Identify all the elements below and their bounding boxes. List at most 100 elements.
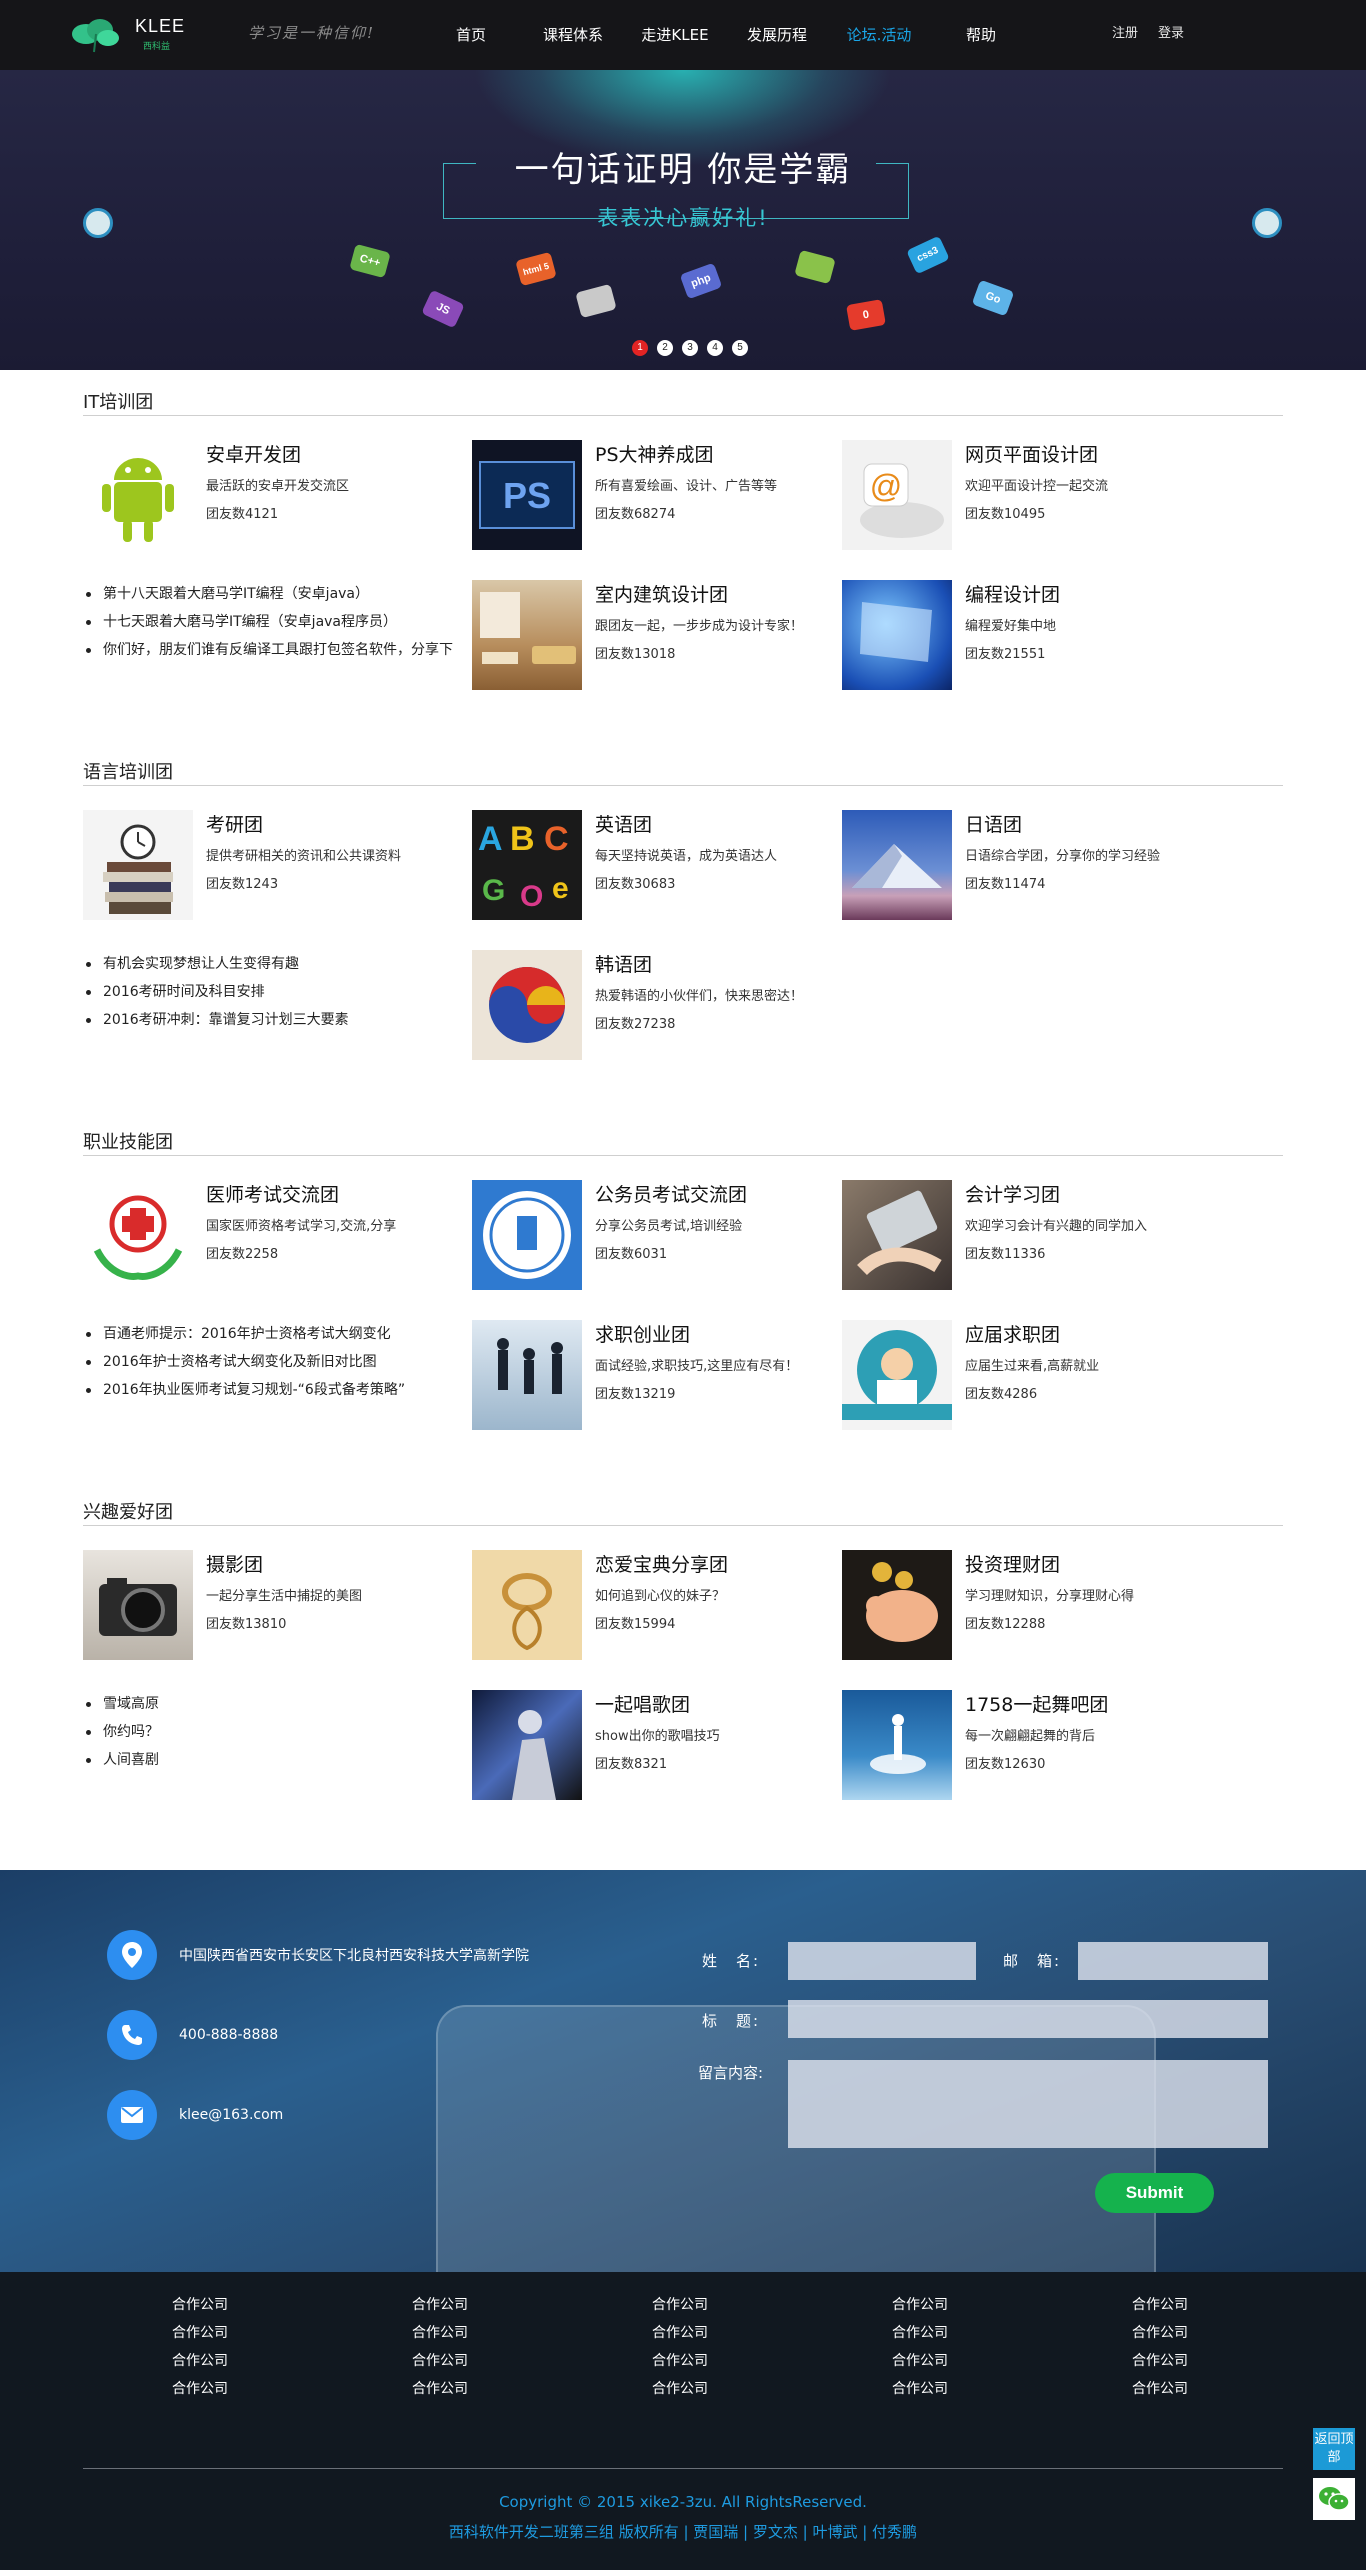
partner-link[interactable]: 合作公司 (412, 2319, 512, 2347)
news-item[interactable]: 百通老师提示：2016年护士资格考试大纲变化 (83, 1320, 453, 1348)
partner-link[interactable]: 合作公司 (1132, 2319, 1232, 2347)
banner-next-button[interactable] (1252, 208, 1282, 238)
group-name[interactable]: 日语团 (965, 810, 1022, 837)
message-label: 留言内容: (698, 2064, 764, 2082)
partner-link[interactable]: 合作公司 (892, 2347, 992, 2375)
group-card[interactable]: 1758一起舞吧团 每一次翩翩起舞的背后 团友数12630 (842, 1690, 1212, 1802)
menu-item-history[interactable]: 发展历程 (726, 0, 828, 70)
group-card[interactable]: 会计学习团 欢迎学习会计有兴趣的同学加入 团友数11336 (842, 1180, 1212, 1292)
group-card[interactable]: 摄影团 一起分享生活中捕捉的美图 团友数13810 (83, 1550, 453, 1662)
partner-link[interactable]: 合作公司 (652, 2319, 752, 2347)
message-textarea[interactable] (788, 2060, 1268, 2148)
group-name[interactable]: 公务员考试交流团 (595, 1180, 747, 1207)
news-item[interactable]: 有机会实现梦想让人生变得有趣 (83, 950, 453, 978)
group-name[interactable]: 恋爱宝典分享团 (595, 1550, 728, 1577)
news-item[interactable]: 2016年护士资格考试大纲变化及新旧对比图 (83, 1348, 453, 1376)
partner-link[interactable]: 合作公司 (892, 2319, 992, 2347)
banner-dot[interactable]: 2 (657, 340, 673, 356)
group-card[interactable]: 应届求职团 应届生过来看,高薪就业 团友数4286 (842, 1320, 1212, 1432)
partner-link[interactable]: 合作公司 (1132, 2291, 1232, 2319)
banner-prev-button[interactable] (83, 208, 113, 238)
news-item[interactable]: 2016考研时间及科目安排 (83, 978, 453, 1006)
partner-link[interactable]: 合作公司 (1132, 2375, 1232, 2403)
partner-link[interactable]: 合作公司 (172, 2291, 272, 2319)
group-name[interactable]: PS大神养成团 (595, 440, 714, 467)
go-badge-icon: Go (971, 279, 1015, 317)
group-name[interactable]: 韩语团 (595, 950, 652, 977)
group-name[interactable]: 英语团 (595, 810, 652, 837)
login-link[interactable]: 登录 (1158, 22, 1184, 41)
group-card[interactable]: 韩语团 热爱韩语的小伙伴们，快来思密达！ 团友数27238 (472, 950, 842, 1062)
news-item[interactable]: 你约吗？ (83, 1718, 453, 1746)
partner-link[interactable]: 合作公司 (412, 2347, 512, 2375)
menu-item-forum[interactable]: 论坛.活动 (828, 0, 930, 70)
news-item[interactable]: 你们好，朋友们谁有反编译工具跟打包签名软件，分享下 (83, 636, 453, 664)
group-card[interactable]: 日语团 日语综合学团，分享你的学习经验 团友数11474 (842, 810, 1212, 922)
group-name[interactable]: 医师考试交流团 (206, 1180, 339, 1207)
partner-link[interactable]: 合作公司 (172, 2319, 272, 2347)
banner-dot[interactable]: 3 (682, 340, 698, 356)
group-name[interactable]: 应届求职团 (965, 1320, 1060, 1347)
banner-dot[interactable]: 4 (707, 340, 723, 356)
group-card[interactable]: 投资理财团 学习理财知识，分享理财心得 团友数12288 (842, 1550, 1212, 1662)
partner-link[interactable]: 合作公司 (172, 2347, 272, 2375)
partner-link[interactable]: 合作公司 (652, 2291, 752, 2319)
subject-input[interactable] (788, 2000, 1268, 2038)
partner-link[interactable]: 合作公司 (652, 2375, 752, 2403)
partner-link[interactable]: 合作公司 (412, 2291, 512, 2319)
group-desc: 所有喜爱绘画、设计、广告等等 (595, 479, 778, 494)
news-item[interactable]: 人间喜剧 (83, 1746, 453, 1774)
name-label: 姓 名: (702, 1952, 761, 1970)
menu-item-home[interactable]: 首页 (420, 0, 522, 70)
group-card[interactable]: 恋爱宝典分享团 如何追到心仪的妹子？ 团友数15994 (472, 1550, 842, 1662)
group-name[interactable]: 1758一起舞吧团 (965, 1690, 1108, 1717)
back-to-top-button[interactable]: 返回顶部 (1313, 2428, 1355, 2470)
menu-item-about[interactable]: 走进KLEE (624, 0, 726, 70)
group-card[interactable]: 编程设计团 编程爱好集中地 团友数21551 (842, 580, 1212, 692)
partner-link[interactable]: 合作公司 (892, 2291, 992, 2319)
news-item[interactable]: 2016考研冲刺：靠谱复习计划三大要素 (83, 1006, 453, 1034)
group-card[interactable]: ABC GOe 英语团 每天坚持说英语，成为英语达人 团友数30683 (472, 810, 842, 922)
group-card[interactable]: 医师考试交流团 国家医师资格考试学习,交流,分享 团友数2258 (83, 1180, 453, 1292)
group-desc: 提供考研相关的资讯和公共课资料 (206, 849, 402, 864)
group-card[interactable]: 一起唱歌团 show出你的歌唱技巧 团友数8321 (472, 1690, 842, 1802)
logo[interactable]: KLEE 西科益 (70, 12, 190, 56)
wechat-icon[interactable] (1313, 2478, 1355, 2520)
banner-dot[interactable]: 1 (632, 340, 648, 356)
partner-link[interactable]: 合作公司 (652, 2347, 752, 2375)
group-card[interactable]: @ 网页平面设计团 欢迎平面设计控一起交流 团友数10495 (842, 440, 1212, 552)
name-input[interactable] (788, 1942, 976, 1980)
group-card[interactable]: 考研团 提供考研相关的资讯和公共课资料 团友数1243 (83, 810, 453, 922)
group-name[interactable]: 网页平面设计团 (965, 440, 1098, 467)
group-card[interactable]: 求职创业团 面试经验,求职技巧,这里应有尽有！ 团友数13219 (472, 1320, 842, 1432)
partner-link[interactable]: 合作公司 (892, 2375, 992, 2403)
group-card[interactable]: 公务员考试交流团 分享公务员考试,培训经验 团友数6031 (472, 1180, 842, 1292)
partner-link[interactable]: 合作公司 (1132, 2347, 1232, 2375)
group-name[interactable]: 会计学习团 (965, 1180, 1060, 1207)
email-text[interactable]: klee@163.com (179, 2107, 283, 2123)
group-name[interactable]: 编程设计团 (965, 580, 1060, 607)
group-name[interactable]: 摄影团 (206, 1550, 263, 1577)
group-name[interactable]: 投资理财团 (965, 1550, 1060, 1577)
menu-item-courses[interactable]: 课程体系 (522, 0, 624, 70)
group-card[interactable]: 室内建筑设计团 跟团友一起，一步步成为设计专家！ 团友数13018 (472, 580, 842, 692)
group-name[interactable]: 安卓开发团 (206, 440, 301, 467)
submit-button[interactable]: Submit (1095, 2173, 1214, 2213)
group-card[interactable]: PS PS大神养成团 所有喜爱绘画、设计、广告等等 团友数68274 (472, 440, 842, 552)
menu-item-help[interactable]: 帮助 (930, 0, 1032, 70)
group-name[interactable]: 室内建筑设计团 (595, 580, 728, 607)
partner-link[interactable]: 合作公司 (172, 2375, 272, 2403)
news-item[interactable]: 雪域高原 (83, 1690, 453, 1718)
job-seeker-cartoon-image (842, 1320, 952, 1430)
banner-dot[interactable]: 5 (732, 340, 748, 356)
group-card[interactable]: 安卓开发团 最活跃的安卓开发交流区 团友数4121 (83, 440, 453, 552)
register-link[interactable]: 注册 (1112, 22, 1138, 41)
news-item[interactable]: 第十八天跟着大磨马学IT编程（安卓java） (83, 580, 453, 608)
email-input[interactable] (1078, 1942, 1268, 1980)
partner-link[interactable]: 合作公司 (412, 2375, 512, 2403)
group-name[interactable]: 一起唱歌团 (595, 1690, 690, 1717)
group-name[interactable]: 考研团 (206, 810, 263, 837)
news-item[interactable]: 2016年执业医师考试复习规划-“6段式备考策略” (83, 1376, 453, 1404)
group-name[interactable]: 求职创业团 (595, 1320, 690, 1347)
news-item[interactable]: 十七天跟着大磨马学IT编程（安卓java程序员） (83, 608, 453, 636)
